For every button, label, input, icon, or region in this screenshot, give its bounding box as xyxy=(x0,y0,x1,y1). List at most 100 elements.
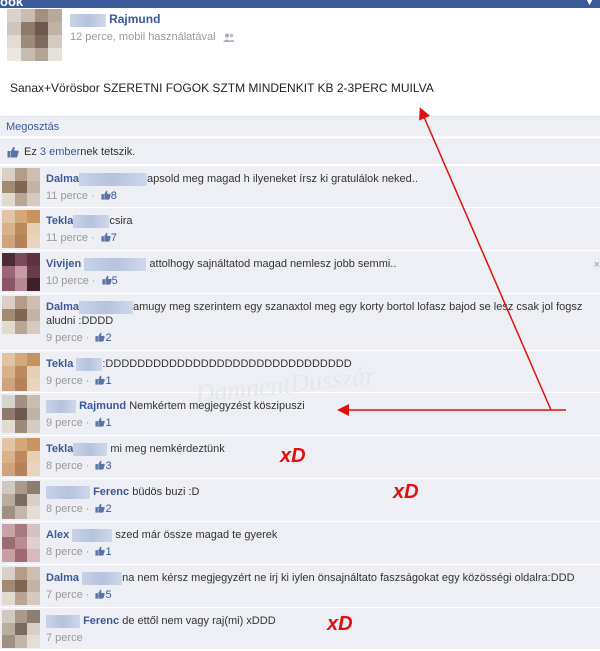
likes-people-link[interactable]: 3 ember xyxy=(40,146,80,158)
thumbs-up-icon xyxy=(7,146,19,158)
comment-time[interactable]: 8 perce xyxy=(46,546,83,558)
like-icon[interactable] xyxy=(101,190,111,200)
comment-body: Dalma amugy meg szerintem egy szanaxtol m… xyxy=(46,300,596,345)
close-icon[interactable]: × xyxy=(594,259,600,271)
comment-body: Tekla csira 11 perce · 7 xyxy=(46,214,596,245)
comment-meta: 11 perce · 8 xyxy=(46,190,117,202)
comment-text: na nem kérsz megjegyzért ne irj ki iylen… xyxy=(122,572,575,584)
comment-like-count[interactable]: 2 xyxy=(105,332,111,344)
comment-like-count[interactable]: 7 xyxy=(111,232,117,244)
commenter-avatar[interactable] xyxy=(2,168,40,206)
comment-time[interactable]: 7 perce xyxy=(46,589,83,601)
comment-meta: 7 perce xyxy=(46,631,596,645)
comment-time[interactable]: 10 perce xyxy=(46,275,89,287)
comment-like-count[interactable]: 1 xyxy=(105,375,111,387)
post-author-name[interactable]: Rajmund xyxy=(109,12,160,26)
like-icon[interactable] xyxy=(95,503,106,513)
comment-author[interactable]: Rajmund xyxy=(79,400,126,412)
comment-author[interactable]: Tekla xyxy=(46,215,73,227)
comment-text: apsold meg magad h ilyeneket írsz ki gra… xyxy=(147,173,418,185)
comment-author[interactable]: Dalma xyxy=(46,173,79,185)
top-navigation-bar: ook ▼ xyxy=(0,0,600,9)
comment-meta: 7 perce · 5 xyxy=(46,589,112,601)
comment-text: de ettől nem vagy raj(mi) xDDD xyxy=(122,615,276,627)
commenter-avatar[interactable] xyxy=(2,296,40,334)
comment-time[interactable]: 8 perce xyxy=(46,460,83,472)
like-icon[interactable] xyxy=(95,589,106,599)
commenter-avatar[interactable] xyxy=(2,524,40,562)
commenter-avatar[interactable] xyxy=(2,438,40,476)
annotation-xd: xD xyxy=(327,613,353,635)
comment-like-count[interactable]: 1 xyxy=(105,417,111,429)
post-text: Sanax+Vörösbor SZERETNI FOGOK SZTM MINDE… xyxy=(10,81,434,95)
comment-body: Vivijen attolhogy sajnáltatod magad neml… xyxy=(46,257,596,288)
commenter-avatar[interactable] xyxy=(2,353,40,391)
comment-time[interactable]: 9 perce xyxy=(46,332,83,344)
comment-time[interactable]: 11 perce xyxy=(46,190,88,202)
comment-item: Vivijen attolhogy sajnáltatod magad neml… xyxy=(0,251,600,294)
comment-meta: 10 perce · 5 xyxy=(46,275,118,287)
comment-like-count[interactable]: 1 xyxy=(105,546,111,558)
comment-body: Ferenc büdös buzi :D 8 perce · 2 xyxy=(46,485,596,516)
comment-text: büdös buzi :D xyxy=(132,486,200,498)
comment-text: szed már össze magad te gyerek xyxy=(115,529,278,541)
commenter-avatar[interactable] xyxy=(2,481,40,519)
comment-text: mi meg nemkérdeztünk xyxy=(110,443,225,455)
comment-item: Dalma na nem kérsz megjegyzért ne irj ki… xyxy=(0,565,600,608)
chevron-down-icon[interactable]: ▼ xyxy=(585,0,594,7)
comment-author[interactable]: Alex xyxy=(46,529,69,541)
comment-like-count[interactable]: 3 xyxy=(105,460,111,472)
comment-author[interactable]: Ferenc xyxy=(93,486,129,498)
comment-item: Dalma apsold meg magad h ilyeneket írsz k… xyxy=(0,166,600,208)
like-icon[interactable] xyxy=(95,332,106,342)
comment-body: Dalma na nem kérsz megjegyzért ne irj ki… xyxy=(46,571,596,602)
comment-author[interactable]: Ferenc xyxy=(83,615,119,627)
annotation-xd: xD xyxy=(280,445,306,467)
comment-body: Dalma apsold meg magad h ilyeneket írsz k… xyxy=(46,172,596,203)
comment-item: Rajmund Nemkértem megjegyzést köszipuszi… xyxy=(0,393,600,436)
annotation-xd: xD xyxy=(393,481,419,503)
comment-author[interactable]: Dalma xyxy=(46,572,79,584)
comment-body: Rajmund Nemkértem megjegyzést köszipuszi… xyxy=(46,399,596,430)
comment-meta: 9 perce · 2 xyxy=(46,332,112,344)
likes-suffix: nek tetszik. xyxy=(80,146,136,158)
comment-author[interactable]: Tekla xyxy=(46,443,73,455)
comment-item: Dalma amugy meg szerintem egy szanaxtol m… xyxy=(0,294,600,351)
comment-author[interactable]: Tekla xyxy=(46,358,73,370)
share-link[interactable]: Megosztás xyxy=(6,121,59,133)
comment-time[interactable]: 11 perce xyxy=(46,232,88,244)
commenter-avatar[interactable] xyxy=(2,210,40,248)
comment-time[interactable]: 9 perce xyxy=(46,375,83,387)
like-icon[interactable] xyxy=(95,375,106,385)
redacted-name xyxy=(70,13,106,27)
comment-item: Alex szed már össze magad te gyerek 8 pe… xyxy=(0,522,600,565)
comment-author[interactable]: Vivijen xyxy=(46,258,81,270)
comment-time[interactable]: 7 perce xyxy=(46,632,83,644)
commenter-avatar[interactable] xyxy=(2,610,40,648)
post-author-avatar[interactable] xyxy=(7,9,62,61)
comment-like-count[interactable]: 5 xyxy=(105,589,111,601)
comment-item: Ferenc de ettől nem vagy raj(mi) xDDD 7 … xyxy=(0,608,600,650)
comment-body: Tekla mi meg nemkérdeztünk 8 perce · 3 xyxy=(46,442,596,473)
like-icon[interactable] xyxy=(95,460,106,470)
comment-author[interactable]: Dalma xyxy=(46,301,79,313)
like-icon[interactable] xyxy=(95,546,106,556)
commenter-avatar[interactable] xyxy=(2,567,40,605)
like-icon[interactable] xyxy=(102,275,112,285)
like-icon[interactable] xyxy=(101,232,111,242)
comment-item: Tekla csira 11 perce · 7 xyxy=(0,208,600,251)
comment-meta: 8 perce · 3 xyxy=(46,460,112,472)
commenter-avatar[interactable] xyxy=(2,253,40,291)
post-timestamp[interactable]: 12 perce, mobil használatával xyxy=(70,31,216,43)
comment-like-count[interactable]: 2 xyxy=(105,503,111,515)
comment-time[interactable]: 8 perce xyxy=(46,503,83,515)
like-icon[interactable] xyxy=(95,417,106,427)
brand-logo[interactable]: ook xyxy=(0,0,23,9)
comment-meta: 8 perce · 2 xyxy=(46,503,112,515)
comment-like-count[interactable]: 8 xyxy=(111,190,117,202)
commenter-avatar[interactable] xyxy=(2,395,40,433)
comment-body: Ferenc de ettől nem vagy raj(mi) xDDD 7 … xyxy=(46,614,596,645)
comment-like-count[interactable]: 5 xyxy=(112,275,118,287)
friends-icon[interactable] xyxy=(222,33,235,42)
comment-time[interactable]: 9 perce xyxy=(46,417,83,429)
